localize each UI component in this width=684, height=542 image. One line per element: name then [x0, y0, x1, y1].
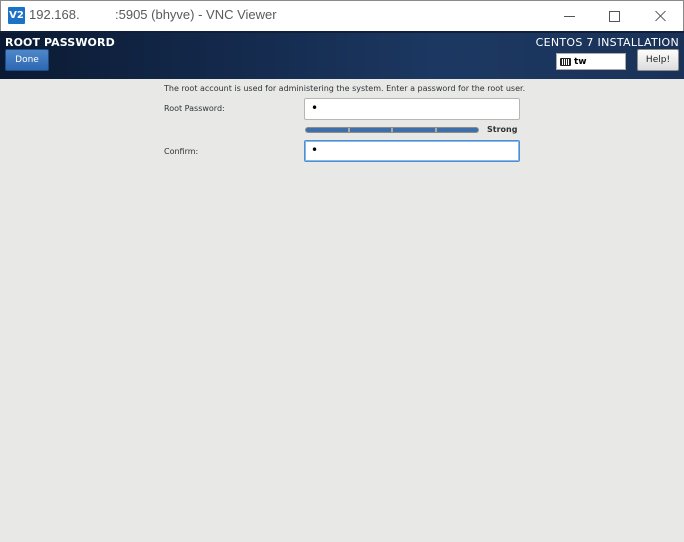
close-button[interactable]	[638, 1, 684, 31]
keyboard-icon	[560, 57, 571, 66]
window-title: :5905 (bhyve) - VNC Viewer	[115, 7, 277, 22]
window-title-host: 192.168.	[29, 7, 80, 22]
done-button[interactable]: Done	[5, 49, 49, 71]
intro-text: The root account is used for administeri…	[164, 84, 526, 93]
installer-header: ROOT PASSWORD Done CENTOS 7 INSTALLATION…	[0, 31, 684, 80]
strength-segment	[306, 128, 348, 132]
strength-segment	[393, 128, 435, 132]
close-icon	[655, 10, 667, 22]
page-title: ROOT PASSWORD	[5, 36, 115, 49]
keyboard-layout-label: tw	[574, 56, 587, 67]
strength-segment	[349, 128, 391, 132]
maximize-icon	[608, 10, 620, 22]
password-strength-bar	[305, 127, 479, 133]
root-password-label: Root Password:	[164, 104, 225, 113]
password-strength-label: Strong	[487, 125, 518, 134]
strength-segment	[436, 128, 478, 132]
root-password-input[interactable]: •	[304, 98, 520, 120]
confirm-password-input[interactable]: •	[304, 140, 520, 162]
confirm-password-label: Confirm:	[164, 147, 199, 156]
minimize-icon	[563, 15, 575, 17]
keyboard-layout-indicator[interactable]: tw	[556, 53, 626, 70]
help-button[interactable]: Help!	[637, 49, 679, 71]
maximize-button[interactable]	[591, 1, 637, 31]
vnc-viewer-icon: V2	[8, 7, 25, 24]
minimize-button[interactable]	[546, 1, 592, 31]
product-title: CENTOS 7 INSTALLATION	[535, 36, 679, 49]
